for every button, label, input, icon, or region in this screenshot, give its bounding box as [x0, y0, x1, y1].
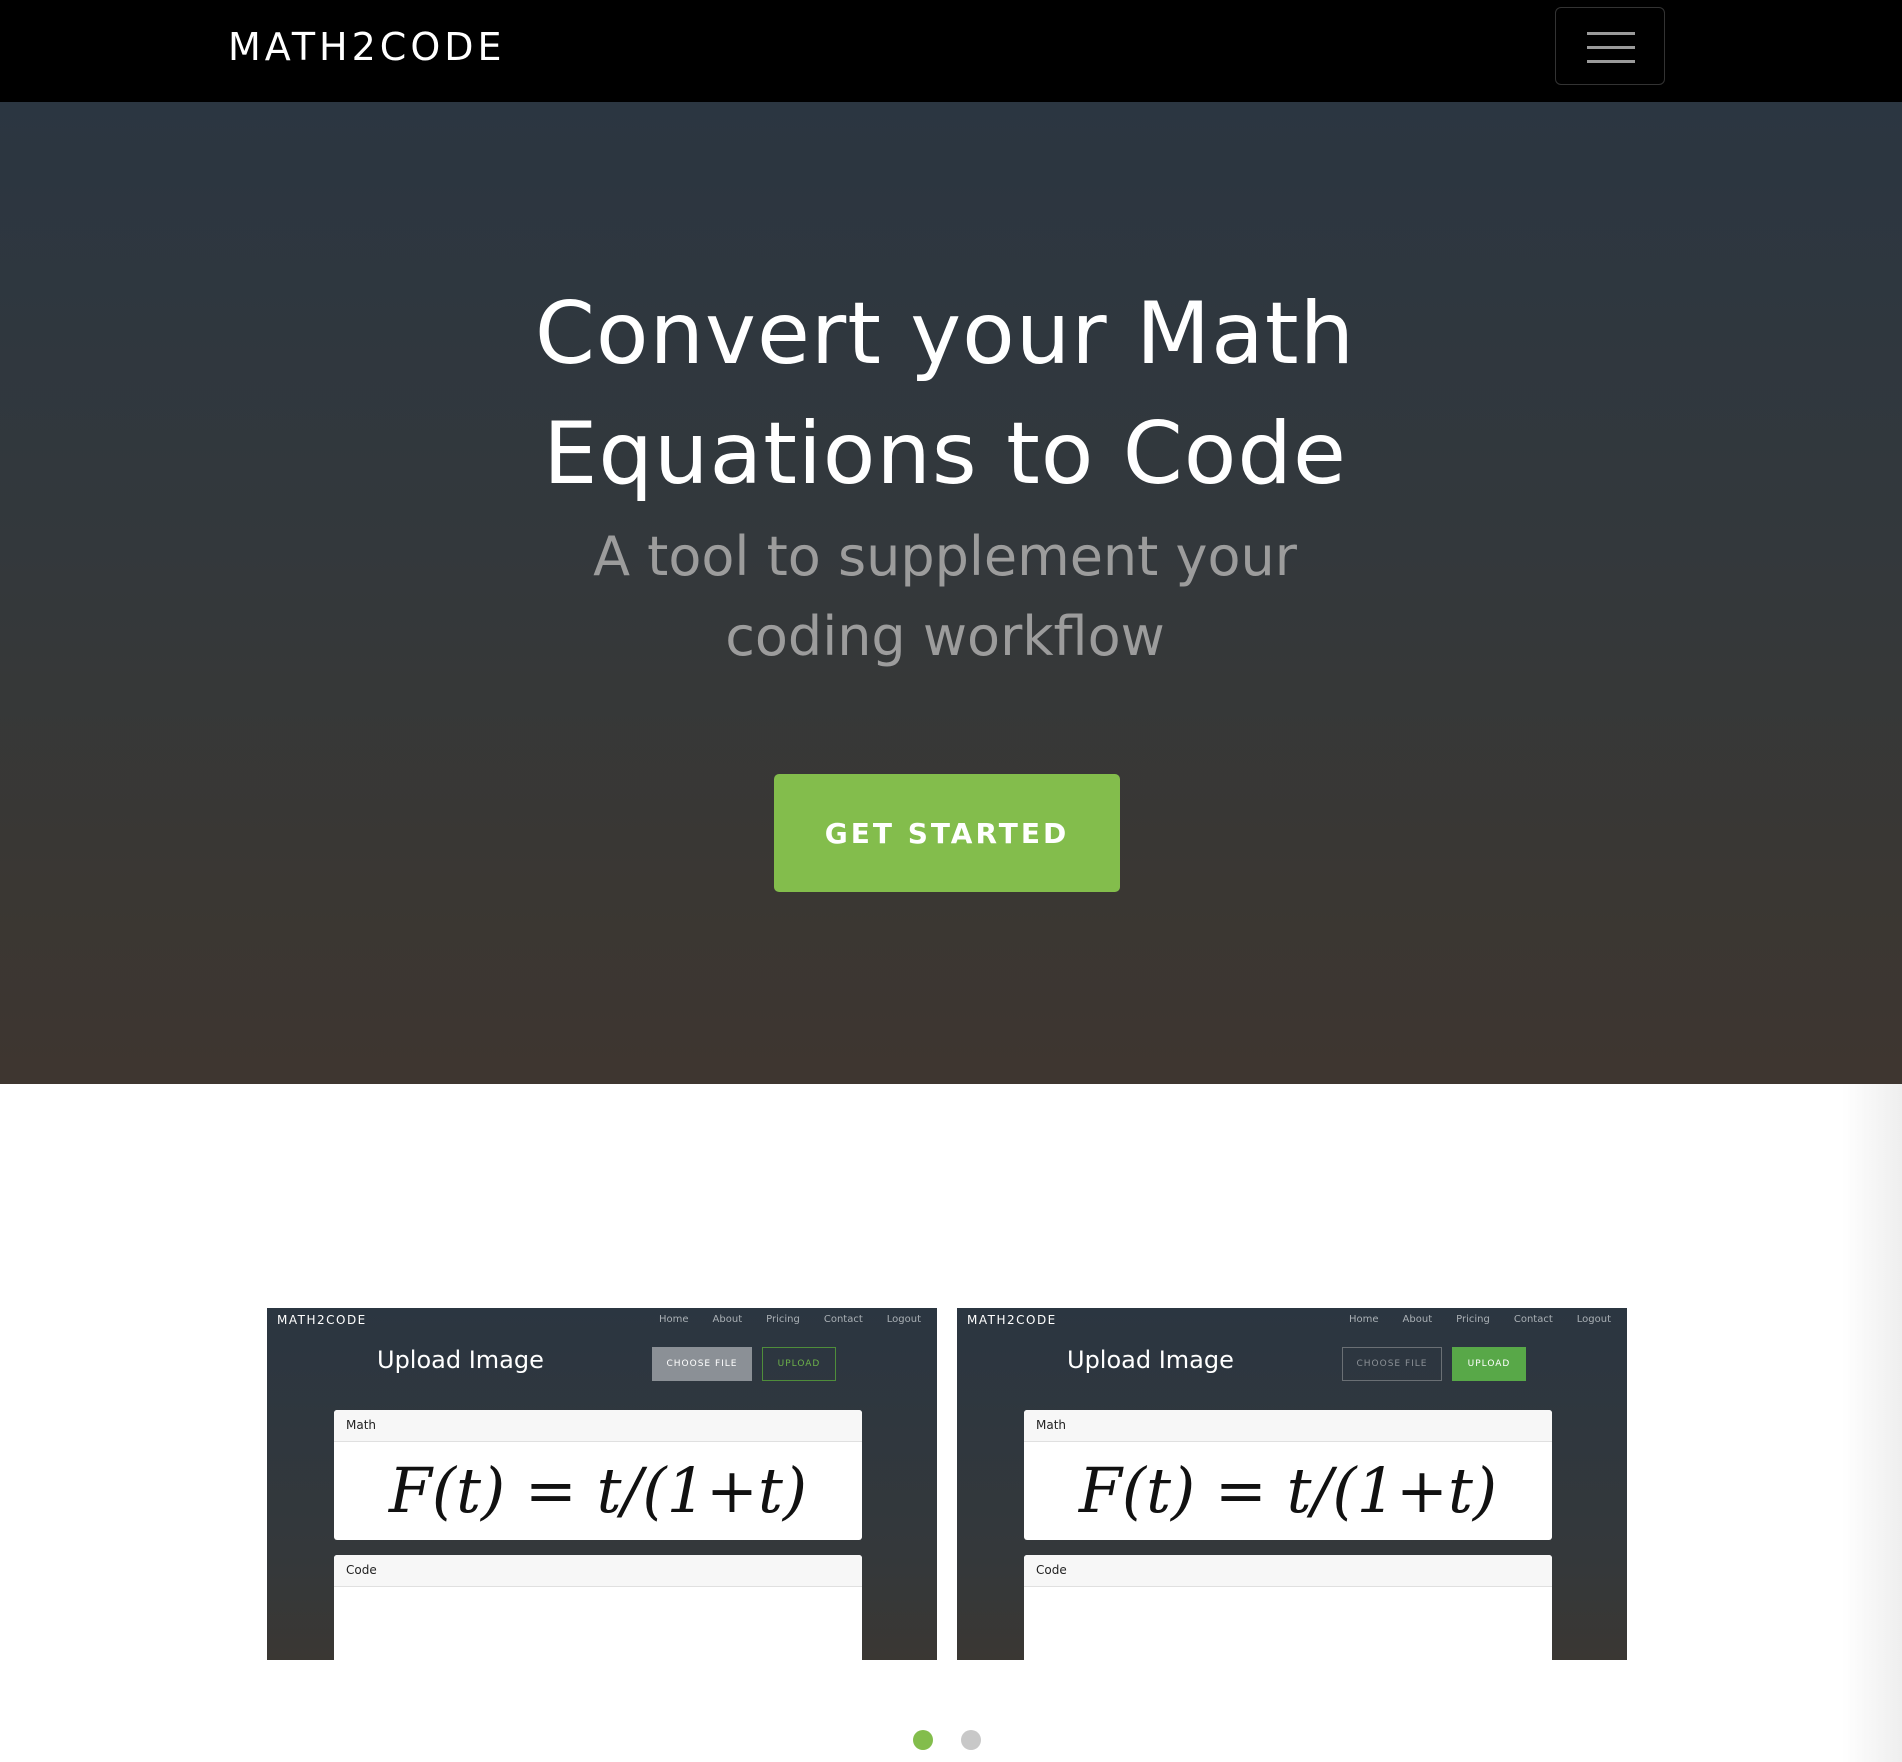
slide-math-header: Math — [334, 1410, 862, 1442]
brand-logo[interactable]: MATH2CODE — [228, 22, 506, 72]
slide-choose-file-button: CHOOSE FILE — [652, 1347, 752, 1381]
slide-nav-contact: Contact — [823, 1314, 863, 1325]
menu-toggle-button[interactable] — [1555, 7, 1665, 85]
carousel-indicator-1[interactable] — [913, 1730, 933, 1750]
slide-nav-pricing: Pricing — [1456, 1314, 1490, 1325]
hero-title-line2: Equations to Code — [543, 404, 1347, 504]
slide-nav-home: Home — [1349, 1314, 1379, 1325]
slide-code-header: Code — [1024, 1555, 1552, 1587]
slide-choose-file-button: CHOOSE FILE — [1342, 1347, 1442, 1381]
slide-nav-contact: Contact — [1513, 1314, 1553, 1325]
slide-equation: F(t) = t/(1+t) — [388, 1454, 808, 1527]
hero-section: Convert your Math Equations to Code A to… — [0, 102, 1902, 1084]
hero-title-line1: Convert your Math — [534, 284, 1356, 384]
carousel-slide-2: MATH2CODE Home About Pricing Contact Log… — [957, 1308, 1627, 1660]
get-started-button[interactable]: GET STARTED — [774, 774, 1120, 892]
hero-subtitle-line2: coding workflow — [725, 605, 1165, 668]
slide-code-card: Code — [1024, 1555, 1552, 1660]
slide-nav-pricing: Pricing — [766, 1314, 800, 1325]
page-edge-shadow — [1842, 1084, 1902, 1762]
slide-nav-logout: Logout — [886, 1314, 921, 1325]
slide-equation: F(t) = t/(1+t) — [1078, 1454, 1498, 1527]
slide-nav-logout: Logout — [1576, 1314, 1611, 1325]
slide-nav: Home About Pricing Contact Logout — [659, 1314, 921, 1325]
slide-brand: MATH2CODE — [277, 1313, 367, 1327]
slide-title: Upload Image — [1067, 1346, 1234, 1374]
slide-upload-button: UPLOAD — [1452, 1347, 1526, 1381]
slide-math-card: Math F(t) = t/(1+t) — [334, 1410, 862, 1540]
carousel-indicator-2[interactable] — [961, 1730, 981, 1750]
hero-subtitle-line1: A tool to supplement your — [593, 525, 1297, 588]
slide-upload-button: UPLOAD — [762, 1347, 836, 1381]
slide-title: Upload Image — [377, 1346, 544, 1374]
slide-math-card: Math F(t) = t/(1+t) — [1024, 1410, 1552, 1540]
slide-nav-home: Home — [659, 1314, 689, 1325]
slide-code-header: Code — [334, 1555, 862, 1587]
slide-math-header: Math — [1024, 1410, 1552, 1442]
hero-subtitle: A tool to supplement your coding workflo… — [450, 517, 1440, 677]
slide-nav: Home About Pricing Contact Logout — [1349, 1314, 1611, 1325]
slide-nav-about: About — [712, 1314, 743, 1325]
slide-brand: MATH2CODE — [967, 1313, 1057, 1327]
slide-code-card: Code — [334, 1555, 862, 1660]
slide-nav-about: About — [1402, 1314, 1433, 1325]
hero-title: Convert your Math Equations to Code — [450, 274, 1440, 514]
carousel-slide-1: MATH2CODE Home About Pricing Contact Log… — [267, 1308, 937, 1660]
navbar: MATH2CODE — [0, 0, 1902, 102]
